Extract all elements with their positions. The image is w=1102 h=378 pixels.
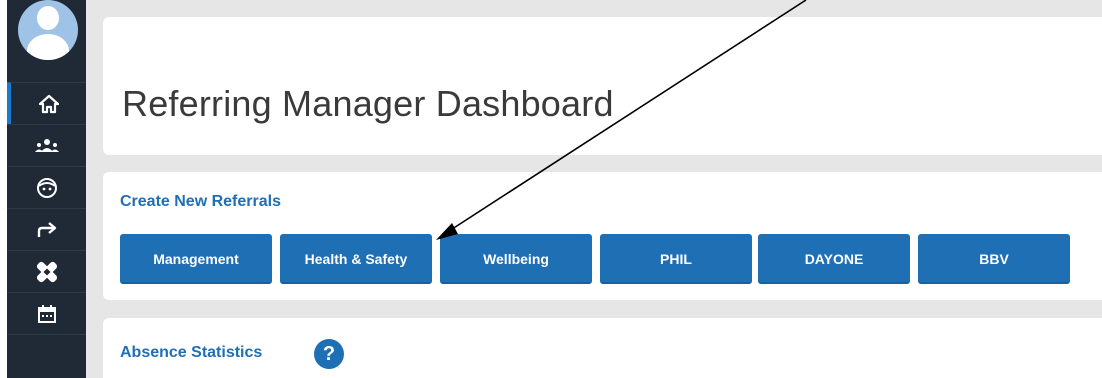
sidebar-item-bandage[interactable] [7,250,86,292]
page-title: Referring Manager Dashboard [122,83,614,124]
bbv-referral-button[interactable]: BBV [918,234,1070,284]
sidebar-item-more[interactable] [7,334,86,378]
wellbeing-referral-button[interactable]: Wellbeing [440,234,592,284]
sidebar-item-forward[interactable] [7,208,86,250]
sidebar-item-calendar[interactable] [7,292,86,334]
phil-referral-button[interactable]: PHIL [600,234,752,284]
face-icon [36,177,57,198]
forward-arrow-icon [37,221,56,237]
main-content: Referring Manager Dashboard Create New R… [86,0,1102,378]
dayone-referral-button[interactable]: DAYONE [758,234,910,284]
title-panel: Referring Manager Dashboard [103,17,1102,155]
health-safety-referral-button[interactable]: Health & Safety [280,234,432,284]
sidebar-item-team[interactable] [7,124,86,166]
avatar-body [27,34,69,60]
calendar-icon [37,304,56,323]
bandage-icon [36,261,57,282]
help-icon[interactable]: ? [314,339,344,369]
home-icon [38,94,59,113]
absence-statistics-heading: Absence Statistics [120,344,263,361]
sidebar-item-face[interactable] [7,166,86,208]
team-icon [34,138,59,152]
sidebar-item-home[interactable] [7,82,86,124]
avatar-head [37,6,59,30]
management-referral-button[interactable]: Management [120,234,272,284]
create-referrals-heading: Create New Referrals [120,193,281,210]
sidebar [0,0,86,378]
user-avatar[interactable] [18,0,78,60]
create-referrals-panel: Create New Referrals Management Health &… [103,172,1102,300]
absence-statistics-panel: Absence Statistics ? [103,318,1102,378]
